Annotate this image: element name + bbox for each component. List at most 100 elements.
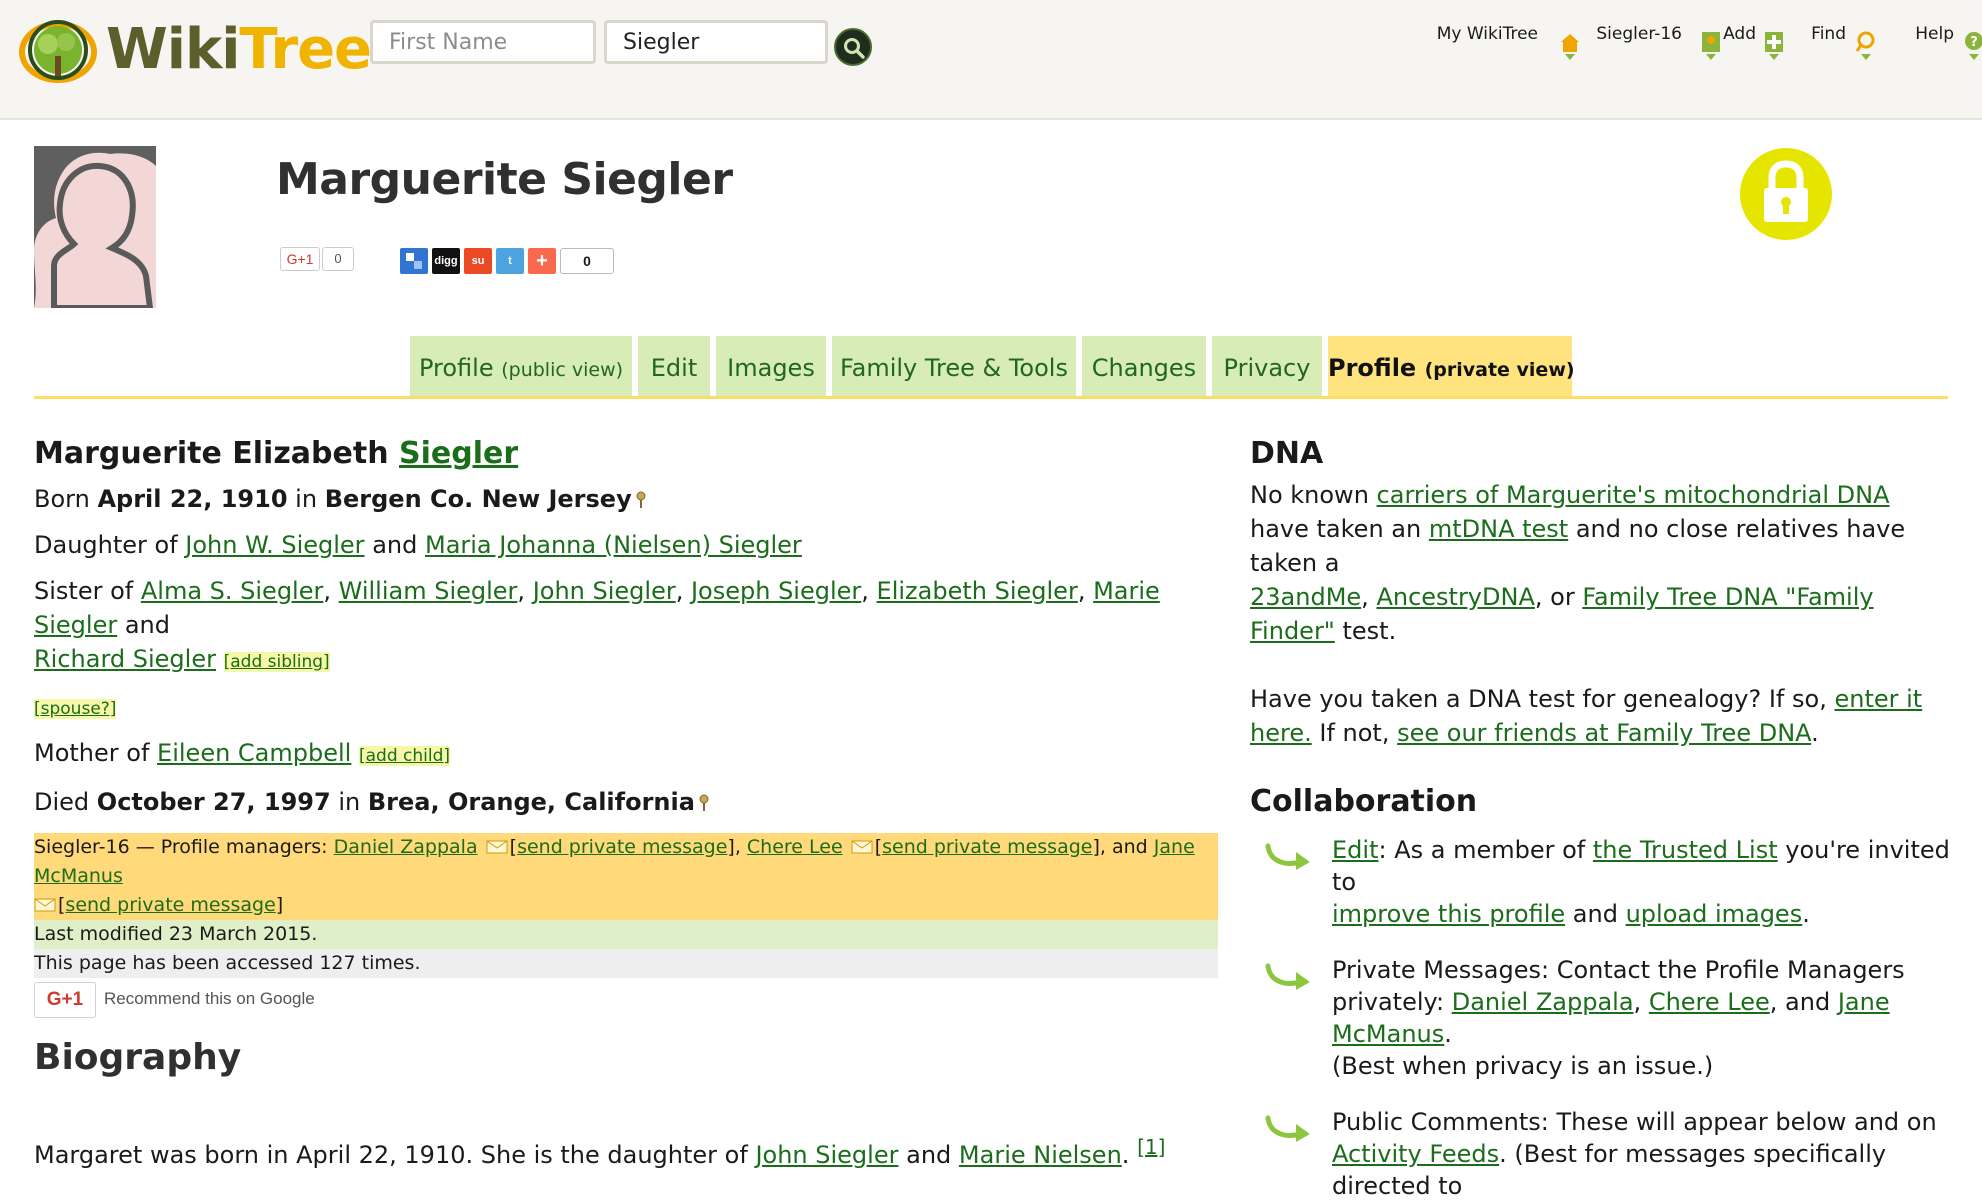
access-count: This page has been accessed 127 times. [34, 949, 1218, 978]
dna-heading: DNA [1250, 436, 1324, 471]
add-icon [1765, 32, 1784, 60]
full-name: Marguerite Elizabeth Siegler [34, 436, 519, 471]
curved-arrow-icon [1265, 843, 1310, 870]
delicious-glyph [406, 253, 422, 269]
stumbleupon-icon[interactable]: su [464, 248, 492, 274]
sibling-link[interactable]: William Siegler [339, 577, 518, 605]
manager-link[interactable]: Daniel Zappala [334, 836, 478, 858]
mtdna-carriers-link[interactable]: carriers of Marguerite's mitochondrial D… [1377, 481, 1890, 509]
trusted-list-link[interactable]: the Trusted List [1593, 836, 1778, 864]
send-pm-link[interactable]: send private message [882, 836, 1092, 858]
tab-family-tree-tools[interactable]: Family Tree & Tools [832, 336, 1076, 396]
envelope-icon[interactable] [851, 840, 873, 854]
tab-privacy[interactable]: Privacy [1212, 336, 1322, 396]
gplus-button[interactable]: G+1 [280, 247, 320, 271]
pm-manager-link[interactable]: Chere Lee [1649, 988, 1770, 1016]
surname-link[interactable]: Siegler [399, 436, 518, 471]
improve-profile-link[interactable]: improve this profile [1332, 900, 1565, 928]
nav-find-label: Find [1811, 24, 1846, 44]
add-sibling-link[interactable]: [add sibling] [223, 652, 330, 672]
nav-add[interactable]: Add [1723, 24, 1784, 60]
lock-glyph [1764, 160, 1808, 222]
twitter-icon[interactable]: t [496, 248, 524, 274]
collaboration-section: Collaboration Edit: As a member of the T… [1250, 778, 1950, 1202]
death-fact: Died October 27, 1997 in Brea, Orange, C… [34, 785, 1218, 819]
sibling-link[interactable]: Elizabeth Siegler [877, 577, 1078, 605]
children-fact: Mother of Eileen Campbell [add child] [34, 739, 451, 767]
gplus-recommend: G+1 Recommend this on Google [34, 982, 1218, 1018]
last-name-input[interactable] [604, 20, 828, 64]
logo-text: WikiTree [106, 17, 372, 82]
upload-images-link[interactable]: upload images [1626, 900, 1803, 928]
tree-logo-icon [19, 20, 97, 83]
gplus-recommend-text: Recommend this on Google [104, 989, 315, 1008]
collab-comments-item: Public Comments: These will appear below… [1250, 1106, 1950, 1202]
bio-father-link[interactable]: John Siegler [755, 1141, 898, 1169]
delicious-icon[interactable] [400, 248, 428, 274]
collab-edit-link[interactable]: Edit [1332, 836, 1378, 864]
nav-find[interactable]: Find [1811, 24, 1875, 60]
tab-profile-private[interactable]: Profile (private view) [1328, 336, 1575, 396]
tab-changes[interactable]: Changes [1082, 336, 1206, 396]
send-pm-link[interactable]: send private message [65, 894, 275, 916]
nav-add-label: Add [1723, 24, 1756, 44]
tab-profile-public[interactable]: Profile (public view) [410, 336, 632, 396]
nav-help[interactable]: Help ? [1915, 24, 1982, 60]
profile-photo-placeholder[interactable] [34, 146, 156, 308]
addthis-icon[interactable]: + [528, 248, 556, 274]
first-name-input[interactable] [370, 20, 596, 64]
ftdna-friends-link[interactable]: see our friends at Family Tree DNA [1397, 719, 1811, 747]
collab-edit-item: Edit: As a member of the Trusted List yo… [1250, 834, 1950, 930]
citation-link[interactable]: [1] [1137, 1135, 1165, 1159]
gplus-recommend-button[interactable]: G+1 [34, 982, 96, 1018]
mother-link[interactable]: Maria Johanna (Nielsen) Siegler [425, 531, 802, 559]
sibling-link[interactable]: Alma S. Siegler [141, 577, 324, 605]
manager-link[interactable]: Chere Lee [747, 836, 843, 858]
map-pin-icon[interactable] [699, 794, 709, 812]
nav-siegler-16[interactable]: Siegler-16 [1596, 24, 1721, 60]
activity-feeds-link[interactable]: Activity Feeds [1332, 1140, 1499, 1168]
tab-images[interactable]: Images [716, 336, 826, 396]
father-link[interactable]: John W. Siegler [185, 531, 364, 559]
biography-text: Margaret was born in April 22, 1910. She… [34, 1135, 1166, 1169]
pm-manager-link[interactable]: Daniel Zappala [1452, 988, 1634, 1016]
envelope-icon[interactable] [486, 840, 508, 854]
profile-main-column: Marguerite Elizabeth Siegler Born April … [34, 430, 1218, 1172]
share-count: 0 [560, 248, 614, 274]
nav-help-label: Help [1915, 24, 1954, 44]
home-icon [1560, 34, 1579, 60]
23andme-link[interactable]: 23andMe [1250, 583, 1361, 611]
birth-place: Bergen Co. New Jersey [324, 485, 632, 513]
wikitree-logo[interactable]: WikiTree [18, 14, 372, 86]
death-place: Brea, Orange, California [367, 788, 695, 816]
add-child-link[interactable]: [add child] [358, 746, 451, 766]
curved-arrow-icon [1265, 963, 1310, 990]
nav-my-wikitree[interactable]: My WikiTree [1436, 24, 1579, 60]
silhouette-icon [34, 146, 156, 308]
collab-pm-item: Private Messages: Contact the Profile Ma… [1250, 954, 1950, 1082]
biography-heading: Biography [34, 1037, 242, 1078]
bio-mother-link[interactable]: Marie Nielsen [959, 1141, 1122, 1169]
privacy-lock-icon[interactable] [1740, 148, 1832, 240]
add-spouse-link[interactable]: [spouse?] [34, 699, 117, 719]
sibling-link[interactable]: Joseph Siegler [691, 577, 861, 605]
send-pm-link[interactable]: send private message [517, 836, 727, 858]
nav-my-wikitree-label: My WikiTree [1436, 24, 1538, 44]
search-icon [844, 38, 865, 59]
profile-managers-box: Siegler-16 — Profile managers: Daniel Za… [34, 833, 1218, 978]
map-pin-icon[interactable] [636, 491, 646, 509]
digg-icon[interactable]: digg [432, 248, 460, 274]
birth-fact: Born April 22, 1910 in Bergen Co. New Je… [34, 482, 1218, 516]
help-icon: ? [1965, 32, 1982, 60]
sibling-link[interactable]: Richard Siegler [34, 645, 216, 673]
ancestrydna-link[interactable]: AncestryDNA [1376, 583, 1534, 611]
sibling-link[interactable]: John Siegler [533, 577, 676, 605]
tab-edit[interactable]: Edit [638, 336, 710, 396]
envelope-icon[interactable] [34, 898, 56, 912]
parents-fact: Daughter of John W. Siegler and Maria Jo… [34, 531, 802, 559]
tabs-divider [34, 396, 1948, 399]
nav-siegler-16-label: Siegler-16 [1596, 24, 1682, 44]
mtdna-test-link[interactable]: mtDNA test [1429, 515, 1568, 543]
search-button[interactable] [834, 28, 872, 66]
child-link[interactable]: Eileen Campbell [157, 739, 351, 767]
